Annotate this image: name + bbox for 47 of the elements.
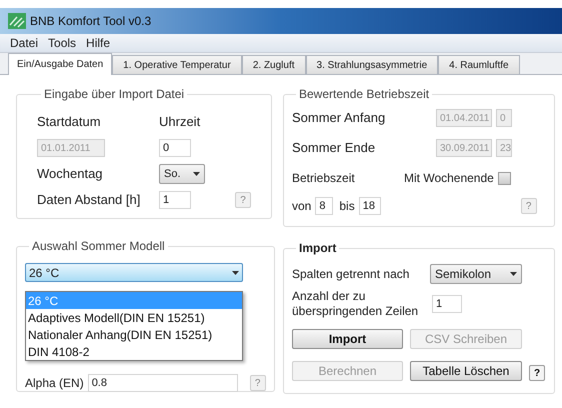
input-field[interactable]: 1 <box>432 295 462 313</box>
menu-item[interactable]: Hilfe <box>86 34 110 52</box>
field-label: Daten Abstand [h] <box>37 191 142 210</box>
separator-dropdown[interactable]: Semikolon <box>430 264 522 284</box>
menu-item[interactable]: Tools <box>48 34 76 52</box>
field-label: Wochentag <box>37 165 104 184</box>
field-label: überspringenden Zeilen <box>292 304 420 319</box>
action-button[interactable]: Tabelle Löschen <box>410 361 522 381</box>
field-label: Alpha (EN) <box>25 375 84 392</box>
tab[interactable]: 2. Zugluft <box>242 55 306 74</box>
dropdown-option[interactable]: DIN 4108-2 <box>26 343 242 360</box>
caret-icon <box>510 272 517 276</box>
group-title: Import <box>298 240 338 257</box>
group-title: Eingabe über Import Datei <box>43 86 186 103</box>
field-label: Betriebszeit <box>292 170 356 187</box>
tab[interactable]: 3. Strahlungsasymmetrie <box>306 55 438 74</box>
weekend-checkbox[interactable] <box>498 172 511 184</box>
tab[interactable]: 4. Raumluftfe <box>438 55 520 74</box>
weekday-dropdown[interactable]: So. <box>159 164 205 184</box>
input-field[interactable]: 0 <box>159 139 191 157</box>
field-label: Uhrzeit <box>159 113 202 132</box>
caret-icon <box>193 172 200 176</box>
dropdown-option[interactable]: Adaptives Modell(DIN EN 15251) <box>26 309 242 326</box>
model-dropdown[interactable]: 26 °C <box>25 263 243 282</box>
input-field[interactable]: 8 <box>315 197 334 215</box>
field-label: von <box>292 198 312 215</box>
field-label: Anzahl der zu <box>292 289 366 304</box>
field-label: Startdatum <box>37 113 102 132</box>
action-button[interactable]: Import <box>292 329 403 349</box>
field-label: bis <box>339 198 355 215</box>
field-label: Sommer Anfang <box>292 109 386 128</box>
window-title: BNB Komfort Tool v0.3 <box>30 13 152 30</box>
tab[interactable]: Ein/Ausgabe Daten <box>8 53 112 75</box>
input-field[interactable]: 18 <box>358 197 381 215</box>
app-logo-icon <box>8 13 26 29</box>
group-title: Auswahl Sommer Modell <box>31 238 166 255</box>
field-label: Sommer Ende <box>292 139 376 158</box>
field-label: Spalten getrennt nach <box>292 266 410 283</box>
tab[interactable]: 1. Operative Temperatur <box>112 55 242 74</box>
input-field[interactable]: 0.8 <box>88 374 238 392</box>
group-title: Bewertende Betriebszeit <box>298 86 430 103</box>
help-button[interactable]: ? <box>529 365 545 381</box>
menu-item[interactable]: Datei <box>10 34 38 52</box>
dropdown-option[interactable]: Nationaler Anhang(DIN EN 15251) <box>26 326 242 343</box>
checkbox-label: Mit Wochenende <box>404 170 494 187</box>
caret-icon <box>232 270 239 274</box>
input-field[interactable]: 1 <box>159 191 191 209</box>
